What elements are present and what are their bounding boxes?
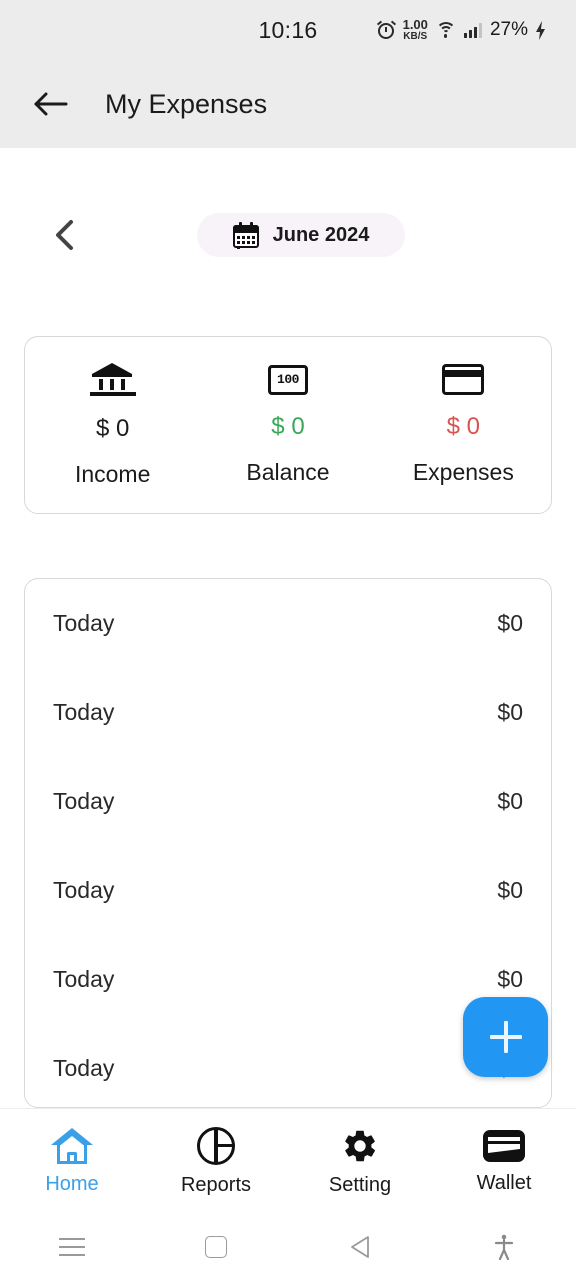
expenses-label: Expenses [412, 459, 514, 485]
menu-icon [59, 1238, 85, 1256]
battery-percent: 27% [489, 19, 528, 40]
bank-icon [89, 362, 136, 397]
transaction-date: Today [53, 966, 115, 992]
app-bar: My Expenses [0, 60, 576, 148]
pie-chart-icon [197, 1126, 235, 1165]
summary-column-income[interactable]: $ 0 Income [25, 362, 200, 488]
android-recents-button[interactable] [0, 1238, 144, 1256]
lightning-bolt-icon [535, 20, 546, 40]
wallet-icon [483, 1129, 525, 1162]
nav-item-setting[interactable]: Setting [288, 1127, 432, 1197]
transaction-amount: $0 [497, 788, 523, 814]
table-row[interactable]: Today $0 [25, 846, 551, 935]
chevron-left-icon [56, 220, 73, 250]
month-chip[interactable]: June 2024 [197, 213, 405, 257]
summary-card: $ 0 Income 100 $ 0 Balance $ 0 Expenses [24, 336, 552, 514]
android-accessibility-button[interactable] [432, 1234, 576, 1260]
transaction-date: Today [53, 877, 115, 903]
transaction-date: Today [53, 1055, 115, 1081]
transaction-amount: $0 [497, 877, 523, 903]
nav-label-home: Home [45, 1172, 99, 1195]
network-speed-value: 1.00 [402, 17, 428, 32]
nav-item-home[interactable]: Home [0, 1127, 144, 1196]
transaction-amount: $0 [497, 610, 523, 636]
transaction-date: Today [53, 788, 115, 814]
table-row[interactable]: Today $0 [25, 668, 551, 757]
android-back-button[interactable] [288, 1235, 432, 1259]
page-title: My Expenses [105, 88, 268, 119]
square-icon [205, 1236, 227, 1258]
credit-card-icon [442, 364, 485, 395]
triangle-back-icon [351, 1236, 369, 1258]
table-row[interactable]: Today $0 [25, 579, 551, 668]
previous-month-button[interactable] [35, 218, 95, 252]
back-button[interactable] [22, 89, 80, 119]
transaction-date: Today [53, 699, 115, 725]
android-navigation-bar [0, 1214, 576, 1280]
transaction-date: Today [53, 610, 115, 636]
nav-item-wallet[interactable]: Wallet [432, 1129, 576, 1195]
income-amount: $ 0 [95, 414, 130, 442]
balance-amount: $ 0 [271, 412, 305, 440]
network-speed-indicator: 1.00 KB/S [403, 18, 428, 42]
summary-column-balance[interactable]: 100 $ 0 Balance [200, 364, 375, 486]
add-transaction-button[interactable] [463, 997, 548, 1077]
alarm-icon [376, 20, 396, 40]
transaction-amount: $0 [497, 966, 523, 992]
table-row[interactable]: Today $0 [25, 757, 551, 846]
arrow-left-icon [34, 92, 68, 116]
balance-label: Balance [246, 458, 330, 485]
wifi-icon [435, 21, 457, 39]
gear-icon [345, 1130, 375, 1161]
android-home-button[interactable] [144, 1236, 288, 1258]
accessibility-person-icon [494, 1234, 514, 1260]
income-label: Income [74, 460, 151, 487]
nav-label-reports: Reports [180, 1173, 252, 1196]
nav-label-wallet: Wallet [476, 1171, 532, 1194]
summary-column-expenses[interactable]: $ 0 Expenses [376, 364, 551, 486]
month-selector: June 2024 [0, 205, 576, 265]
nav-label-setting: Setting [328, 1173, 392, 1196]
month-label: June 2024 [272, 223, 370, 246]
bottom-navigation: Home Reports Setting Wallet [0, 1108, 576, 1214]
banknote-value: 100 [277, 372, 299, 387]
plus-icon [489, 1021, 522, 1053]
status-bar: 10:16 1.00 KB/S 27% [0, 0, 576, 60]
phone-screen: 10:16 1.00 KB/S 27% My Expenses June 202… [0, 0, 576, 1280]
home-icon [51, 1127, 93, 1164]
nav-item-reports[interactable]: Reports [144, 1126, 288, 1197]
expenses-amount: $ 0 [446, 413, 480, 440]
transaction-amount: $0 [497, 699, 523, 725]
status-icons: 1.00 KB/S 27% [376, 0, 546, 60]
calendar-icon [232, 222, 259, 249]
network-speed-unit: KB/S [403, 31, 428, 42]
signal-bars-icon [463, 22, 482, 38]
banknote-icon: 100 [267, 364, 308, 395]
